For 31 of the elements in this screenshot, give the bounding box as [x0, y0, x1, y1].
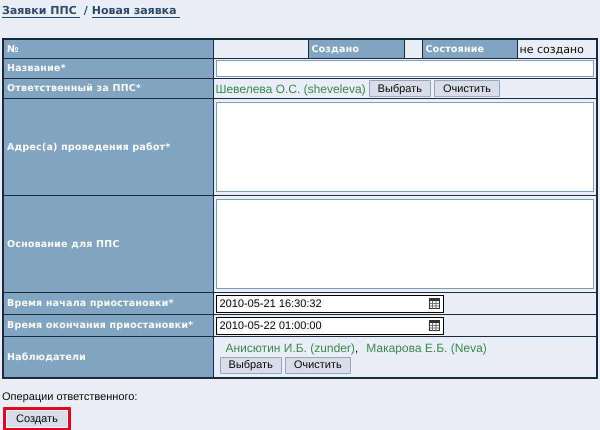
breadcrumb-link[interactable]: Заявки ППС	[2, 4, 80, 18]
action-button[interactable]: Очистить	[284, 356, 351, 374]
calendar-icon[interactable]	[428, 320, 440, 331]
breadcrumb-separator: /	[84, 4, 88, 17]
breadcrumb-link[interactable]: Новая заявка	[92, 4, 180, 18]
action-button[interactable]: Выбрать	[368, 80, 431, 97]
separator-text: ,	[354, 340, 358, 354]
calendar-icon[interactable]	[428, 298, 440, 309]
text-area[interactable]	[216, 199, 594, 289]
field-label: Время начала приостановки*	[3, 292, 213, 314]
state-value: не создано	[517, 39, 597, 58]
date-picker[interactable]: 2010-05-22 01:00:00	[216, 316, 444, 334]
field-label: Название*	[3, 58, 213, 78]
action-button[interactable]: Очистить	[434, 80, 500, 97]
field-label: Состояние	[422, 39, 517, 58]
field-label: Ответственный за ППС*	[3, 78, 213, 98]
field-label: Создано	[308, 39, 404, 58]
action-button[interactable]: Выбрать	[220, 356, 282, 374]
field-label: Адрес(а) проведения работ*	[3, 98, 213, 196]
create-button[interactable]: Создать	[3, 407, 71, 430]
date-picker[interactable]: 2010-05-21 16:30:32	[216, 294, 444, 312]
operations-label: Операции ответственного:	[2, 391, 138, 403]
field-label: Время окончания приостановки*	[3, 314, 213, 336]
field-label: Наблюдатели	[3, 336, 213, 378]
text-area[interactable]	[216, 102, 594, 192]
field-label: Основание для ППС	[3, 196, 213, 292]
field-label: №	[3, 39, 213, 58]
name-field[interactable]	[216, 60, 594, 77]
person-link[interactable]: Макарова Е.Б. (Neva)	[366, 340, 487, 354]
person-link[interactable]: Анисютин И.Б. (zunder)	[226, 340, 355, 354]
person-link[interactable]: Шевелева О.С. (sheveleva)	[216, 82, 366, 96]
